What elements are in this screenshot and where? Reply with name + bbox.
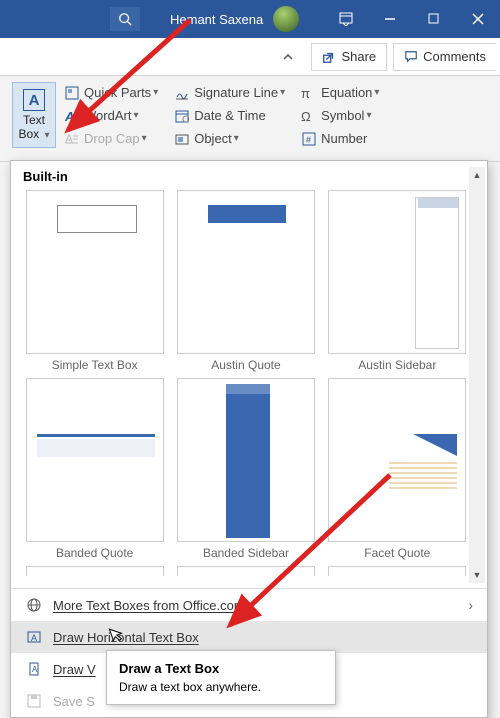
- scroll-down-button[interactable]: ▼: [469, 567, 485, 583]
- window-controls: [324, 0, 500, 38]
- user-name: Hemant Saxena: [170, 12, 263, 27]
- wordart-button[interactable]: AWordArt▾: [60, 105, 162, 126]
- tooltip-body: Draw a text box anywhere.: [119, 680, 323, 694]
- share-button[interactable]: Share: [311, 43, 387, 71]
- gallery-item-simple-text-box[interactable]: Simple Text Box: [25, 190, 164, 374]
- gallery-item-facet-quote[interactable]: Facet Quote: [328, 378, 467, 562]
- signature-line-button[interactable]: Signature Line▾: [170, 82, 289, 103]
- svg-text:A: A: [32, 665, 38, 674]
- text-box-label-2: Box ▾: [18, 127, 49, 141]
- symbol-button[interactable]: ΩSymbol▾: [297, 105, 383, 126]
- save-icon: [25, 692, 43, 710]
- chevron-right-icon: ›: [468, 597, 473, 613]
- svg-text:A: A: [31, 633, 37, 643]
- gallery-item-banded-sidebar[interactable]: Banded Sidebar: [176, 378, 315, 562]
- text-box-icon: A: [23, 89, 45, 111]
- minimize-button[interactable]: [368, 0, 412, 38]
- ribbon: A Text Box ▾ Quick Parts▾ AWordArt▾ ADro…: [0, 76, 500, 162]
- gallery-scroll-area: Built-in ▲ ▼ Simple Text Box Austin Quot…: [11, 161, 487, 588]
- scroll-up-button[interactable]: ▲: [469, 167, 485, 183]
- ribbon-group-text: Quick Parts▾ AWordArt▾ ADrop Cap▾: [60, 82, 162, 157]
- text-box-label-1: Text: [23, 113, 45, 127]
- equation-button[interactable]: πEquation▾: [297, 82, 383, 103]
- drop-cap-button[interactable]: ADrop Cap▾: [60, 128, 162, 149]
- save-selection-label: Save S: [53, 694, 95, 709]
- quick-parts-icon: [64, 85, 80, 101]
- text-box-gallery: Built-in ▲ ▼ Simple Text Box Austin Quot…: [10, 160, 488, 718]
- equation-icon: π: [301, 85, 317, 101]
- gallery-item-banded-quote[interactable]: Banded Quote: [25, 378, 164, 562]
- search-icon: [118, 12, 132, 26]
- gallery-scrollbar[interactable]: ▲ ▼: [469, 167, 485, 583]
- signature-icon: [174, 85, 190, 101]
- more-from-office-label: More Text Boxes from Office.com: [53, 598, 245, 613]
- vertical-text-box-icon: A: [25, 660, 43, 678]
- comments-button[interactable]: Comments: [393, 43, 496, 71]
- gallery-item-cut-3[interactable]: [328, 566, 467, 576]
- comments-label: Comments: [423, 49, 486, 64]
- globe-icon: [25, 596, 43, 614]
- draw-horizontal-text-box-button[interactable]: A Draw Horizontal Text Box: [11, 621, 487, 653]
- number-button[interactable]: #Number: [297, 128, 383, 149]
- share-icon: [322, 50, 336, 64]
- action-bar: Share Comments: [0, 38, 500, 76]
- svg-text:Ω: Ω: [301, 109, 311, 123]
- quick-parts-button[interactable]: Quick Parts▾: [60, 82, 162, 103]
- maximize-button[interactable]: [412, 0, 456, 38]
- share-label: Share: [341, 49, 376, 64]
- avatar[interactable]: [273, 6, 299, 32]
- ribbon-group-insert: Signature Line▾ Date & Time Object▾: [170, 82, 289, 157]
- svg-text:A: A: [65, 109, 74, 123]
- text-box-button[interactable]: A Text Box ▾: [12, 82, 56, 148]
- ribbon-options-button[interactable]: [324, 0, 368, 38]
- title-bar: Hemant Saxena: [0, 0, 500, 38]
- object-button[interactable]: Object▾: [170, 128, 289, 149]
- symbol-icon: Ω: [301, 108, 317, 124]
- draw-vertical-label: Draw V: [53, 662, 96, 677]
- gallery-item-austin-sidebar[interactable]: Austin Sidebar: [328, 190, 467, 374]
- calendar-icon: [174, 108, 190, 124]
- wordart-icon: A: [64, 108, 80, 124]
- tooltip: Draw a Text Box Draw a text box anywhere…: [106, 650, 336, 705]
- gallery-item-cut-1[interactable]: [25, 566, 164, 576]
- gallery-body: Simple Text Box Austin Quote Austin Side…: [11, 190, 487, 580]
- svg-text:π: π: [301, 86, 310, 100]
- close-button[interactable]: [456, 0, 500, 38]
- text-box-small-icon: A: [25, 628, 43, 646]
- drop-cap-icon: A: [64, 131, 80, 147]
- gallery-item-austin-quote[interactable]: Austin Quote: [176, 190, 315, 374]
- tooltip-title: Draw a Text Box: [119, 661, 323, 676]
- gallery-item-cut-2[interactable]: [176, 566, 315, 576]
- more-from-office-button[interactable]: More Text Boxes from Office.com ›: [11, 589, 487, 621]
- gallery-section-label: Built-in: [11, 161, 487, 190]
- svg-text:#: #: [306, 135, 311, 145]
- search-box[interactable]: [110, 7, 140, 31]
- object-icon: [174, 131, 190, 147]
- date-time-button[interactable]: Date & Time: [170, 105, 289, 126]
- comment-icon: [404, 50, 418, 64]
- ribbon-group-symbols: πEquation▾ ΩSymbol▾ #Number: [297, 82, 383, 157]
- svg-text:A: A: [65, 132, 73, 146]
- number-icon: #: [301, 131, 317, 147]
- collapse-ribbon-button[interactable]: [271, 43, 305, 71]
